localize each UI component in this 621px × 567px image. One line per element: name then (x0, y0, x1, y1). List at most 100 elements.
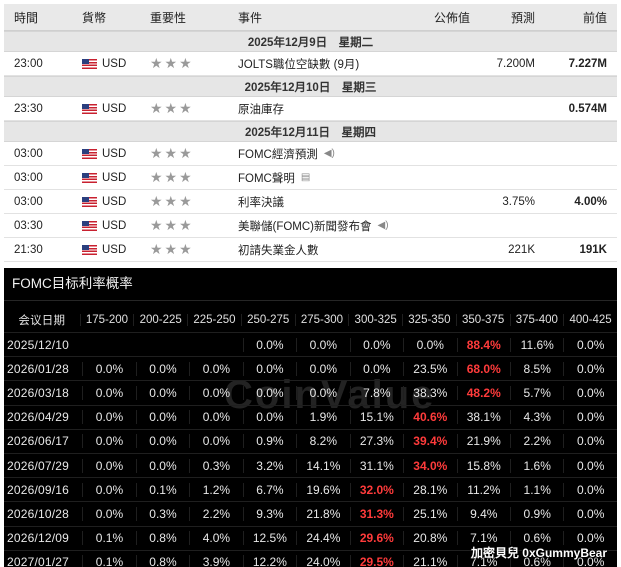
highest-probability-cell: 31.3% (349, 506, 403, 521)
highest-probability-cell: 48.2% (456, 385, 510, 400)
probability-cell: 23.5% (403, 361, 456, 376)
event-row[interactable]: 03:00 USD ★★★ FOMC聲明 ▤ (4, 166, 617, 190)
probability-cell: 5.7% (510, 385, 563, 400)
meeting-date: 2026/04/29 (7, 410, 70, 425)
importance: ★★★ (144, 241, 230, 258)
event-name-cell[interactable]: 利率決議 (230, 194, 408, 210)
event-name[interactable]: 美聯儲(FOMC)新聞發布會 (238, 218, 372, 234)
probability-cell: 4.0% (189, 531, 242, 546)
currency-code: USD (102, 219, 127, 232)
probability-cell: 0.0% (242, 337, 296, 352)
probability-cell: 0.1% (135, 482, 189, 497)
header-rate-range: 300-325 (348, 314, 402, 326)
probability-cell: 0.0% (296, 385, 349, 400)
probability-cell: 21.8% (296, 506, 349, 521)
event-row[interactable]: 21:30 USD ★★★ 初請失業金人數 221K 191K (4, 238, 617, 262)
event-name-cell[interactable]: FOMC聲明 ▤ (230, 170, 408, 186)
probability-cell: 0.0% (135, 361, 189, 376)
event-row[interactable]: 23:00 USD ★★★ JOLTS職位空缺數 (9月) 7.200M 7.227M (4, 52, 617, 76)
event-name[interactable]: 初請失業金人數 (238, 242, 319, 258)
header-meeting-date: 会议日期 (18, 315, 66, 327)
probability-cell: 0.8% (135, 531, 189, 546)
highest-probability-cell: 68.0% (456, 361, 510, 376)
header-importance: 重要性 (150, 10, 187, 25)
header-currency: 貨幣 (82, 10, 107, 25)
us-flag-icon (82, 148, 97, 159)
event-name-cell[interactable]: 原油庫存 (230, 101, 408, 117)
highest-probability-cell: 40.6% (403, 410, 456, 425)
header-rate-range: 250-275 (240, 314, 295, 326)
probability-cell: 0.0% (189, 410, 242, 425)
table-row: 2025/12/10 0.0% 0.0% 0.0% 0.0% 88.4% 11.6% 0.0% (4, 333, 617, 358)
probability-cell: 9.3% (242, 506, 296, 521)
probability-cell: 0.0% (242, 385, 296, 400)
probability-cell: 0.0% (403, 337, 456, 352)
highest-probability-cell: 88.4% (456, 337, 510, 352)
header-time: 時間 (14, 10, 39, 25)
event-name-cell[interactable]: 初請失業金人數 (230, 242, 408, 258)
table-row: 2026/03/18 0.0% 0.0% 0.0% 0.0% 0.0% 7.8% 38.3% 4… (4, 381, 617, 406)
currency-code: USD (102, 57, 127, 70)
highest-probability-cell: 39.4% (403, 434, 456, 449)
event-time: 21:30 (14, 243, 43, 256)
probability-cell: 21.1% (403, 555, 456, 567)
probability-cell: 8.2% (296, 434, 349, 449)
probability-cell: 0.1% (82, 531, 135, 546)
event-row[interactable]: 03:30 USD ★★★ 美聯儲(FOMC)新聞發布會 ◀) (4, 214, 617, 238)
fomc-probability-panel: FOMC目标利率概率 CoinValue 会议日期 175-200 200-225 2… (4, 268, 617, 567)
probability-cell: 0.0% (242, 361, 296, 376)
probability-cell: 15.1% (349, 410, 403, 425)
probability-cell: 11.2% (456, 482, 510, 497)
date-separator: 2025年12月11日 星期四 (4, 121, 617, 142)
probability-cell: 0.0% (349, 361, 403, 376)
probability-cell: 0.3% (189, 458, 242, 473)
event-row[interactable]: 23:30 USD ★★★ 原油庫存 0.574M (4, 97, 617, 121)
importance: ★★★ (144, 100, 230, 117)
event-name[interactable]: JOLTS職位空缺數 (9月) (238, 56, 359, 72)
probability-cell: 12.5% (242, 531, 296, 546)
event-name-cell[interactable]: FOMC經濟預測 ◀) (230, 146, 408, 162)
header-rate-range: 325-350 (402, 314, 456, 326)
speaker-icon[interactable]: ◀) (324, 148, 335, 159)
event-name[interactable]: FOMC聲明 (238, 170, 295, 186)
fomc-header-row: 会议日期 175-200 200-225 225-250 250-275 275-300 3… (4, 308, 617, 333)
probability-cell: 4.3% (510, 410, 563, 425)
event-name[interactable]: 利率決議 (238, 194, 284, 210)
currency-code: USD (102, 171, 127, 184)
probability-cell: 0.0% (563, 482, 616, 497)
importance-stars-icon: ★★★ (150, 193, 194, 209)
probability-cell: 1.6% (510, 458, 563, 473)
probability-cell: 38.1% (456, 410, 510, 425)
probability-cell: 7.1% (456, 531, 510, 546)
table-row: 2026/09/16 0.0% 0.1% 1.2% 6.7% 19.6% 32.0% 28.1… (4, 478, 617, 503)
header-rate-range: 375-400 (509, 314, 564, 326)
us-flag-icon (82, 196, 97, 207)
probability-cell: 0.0% (349, 337, 403, 352)
event-currency: USD (82, 172, 144, 184)
event-row[interactable]: 03:00 USD ★★★ 利率決議 3.75% 4.00% (4, 190, 617, 214)
probability-cell: 0.0% (563, 434, 616, 449)
probability-cell: 0.0% (135, 385, 189, 400)
probability-cell: 3.9% (189, 555, 242, 567)
document-icon[interactable]: ▤ (301, 172, 310, 183)
table-row: 2026/07/29 0.0% 0.0% 0.3% 3.2% 14.1% 31.1% 34.0… (4, 454, 617, 479)
importance-stars-icon: ★★★ (150, 217, 194, 233)
probability-cell: 0.0% (135, 458, 189, 473)
meeting-date: 2026/07/29 (7, 458, 70, 473)
event-name[interactable]: FOMC經濟預測 (238, 146, 318, 162)
speaker-icon[interactable]: ◀) (378, 220, 389, 231)
currency-code: USD (102, 102, 127, 115)
event-name[interactable]: 原油庫存 (238, 101, 284, 117)
event-row[interactable]: 03:00 USD ★★★ FOMC經濟預測 ◀) (4, 142, 617, 166)
highest-probability-cell: 29.5% (349, 555, 403, 567)
date-separator: 2025年12月10日 星期三 (4, 76, 617, 97)
probability-cell: 0.0% (563, 531, 616, 546)
fomc-table: 会议日期 175-200 200-225 225-250 250-275 275-300 3… (4, 308, 617, 567)
event-name-cell[interactable]: JOLTS職位空缺數 (9月) (230, 56, 408, 72)
event-currency: USD (82, 58, 144, 70)
probability-cell: 27.3% (349, 434, 403, 449)
meeting-date: 2026/09/16 (7, 482, 70, 497)
meeting-date: 2026/10/28 (7, 506, 70, 521)
event-name-cell[interactable]: 美聯儲(FOMC)新聞發布會 ◀) (230, 218, 408, 234)
table-row: 2026/01/28 0.0% 0.0% 0.0% 0.0% 0.0% 0.0% 23.5% 6… (4, 357, 617, 382)
